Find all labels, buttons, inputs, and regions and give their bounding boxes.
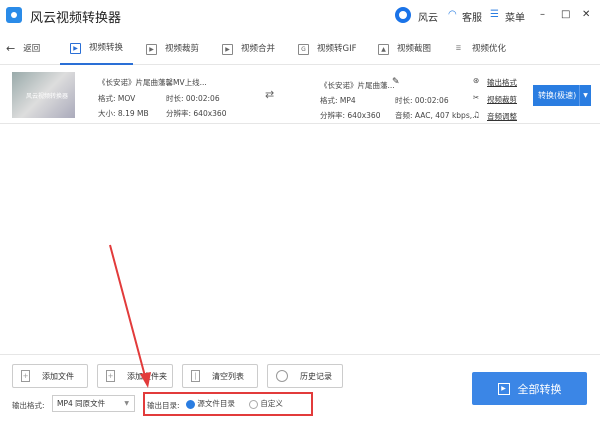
arrow-head	[140, 372, 151, 388]
arrow-line	[109, 244, 147, 381]
annotation-arrow	[109, 244, 151, 388]
